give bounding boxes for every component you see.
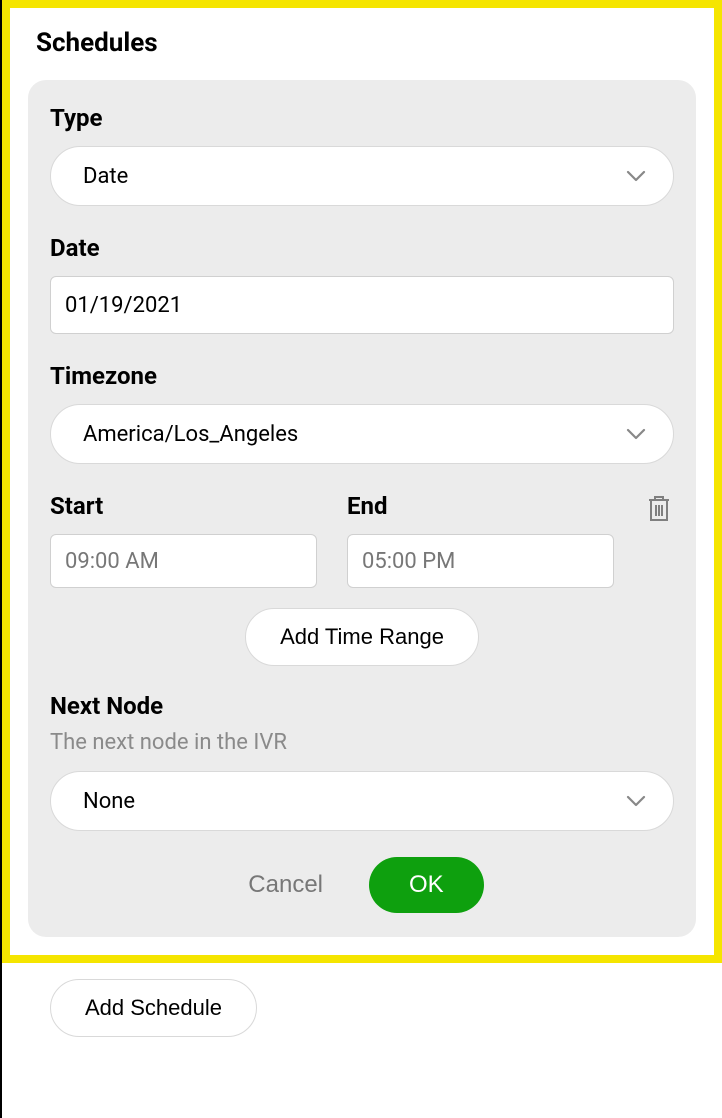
- cancel-button[interactable]: Cancel: [240, 865, 331, 905]
- chevron-down-icon: [625, 165, 647, 187]
- next-node-helper: The next node in the IVR: [50, 730, 674, 755]
- start-time-field: Start 09:00 AM: [50, 492, 317, 588]
- ok-button[interactable]: OK: [369, 857, 484, 913]
- end-time-field: End 05:00 PM: [347, 492, 614, 588]
- next-node-field: Next Node The next node in the IVR None: [50, 692, 674, 831]
- next-node-label: Next Node: [50, 692, 674, 720]
- time-range-row: Start 09:00 AM End 05:00 PM: [50, 492, 674, 588]
- chevron-down-icon: [625, 423, 647, 445]
- timezone-select[interactable]: America/Los_Angeles: [50, 404, 674, 464]
- end-time-value: 05:00 PM: [362, 549, 455, 574]
- date-field: Date 01/19/2021: [50, 234, 674, 334]
- timezone-value: America/Los_Angeles: [83, 422, 298, 447]
- chevron-down-icon: [625, 790, 647, 812]
- type-select[interactable]: Date: [50, 146, 674, 206]
- date-input[interactable]: 01/19/2021: [50, 276, 674, 334]
- next-node-select[interactable]: None: [50, 771, 674, 831]
- add-time-range-button[interactable]: Add Time Range: [245, 608, 479, 666]
- type-select-value: Date: [83, 164, 128, 189]
- next-node-value: None: [83, 789, 135, 814]
- start-label: Start: [50, 492, 317, 520]
- schedules-title: Schedules: [28, 28, 696, 58]
- add-schedule-button[interactable]: Add Schedule: [50, 979, 257, 1037]
- timezone-label: Timezone: [50, 362, 674, 390]
- start-time-value: 09:00 AM: [65, 549, 159, 574]
- date-value: 01/19/2021: [65, 293, 182, 318]
- end-time-input[interactable]: 05:00 PM: [347, 534, 614, 588]
- action-row: Cancel OK: [50, 857, 674, 913]
- highlighted-schedule-panel: Schedules Type Date Date 01/19/2021: [2, 0, 722, 963]
- delete-time-range-button[interactable]: [644, 492, 674, 526]
- timezone-field: Timezone America/Los_Angeles: [50, 362, 674, 464]
- trash-icon: [646, 493, 672, 526]
- type-field: Type Date: [50, 104, 674, 206]
- date-label: Date: [50, 234, 674, 262]
- schedule-card: Type Date Date 01/19/2021 Timezone: [28, 80, 696, 937]
- start-time-input[interactable]: 09:00 AM: [50, 534, 317, 588]
- type-label: Type: [50, 104, 674, 132]
- end-label: End: [347, 492, 614, 520]
